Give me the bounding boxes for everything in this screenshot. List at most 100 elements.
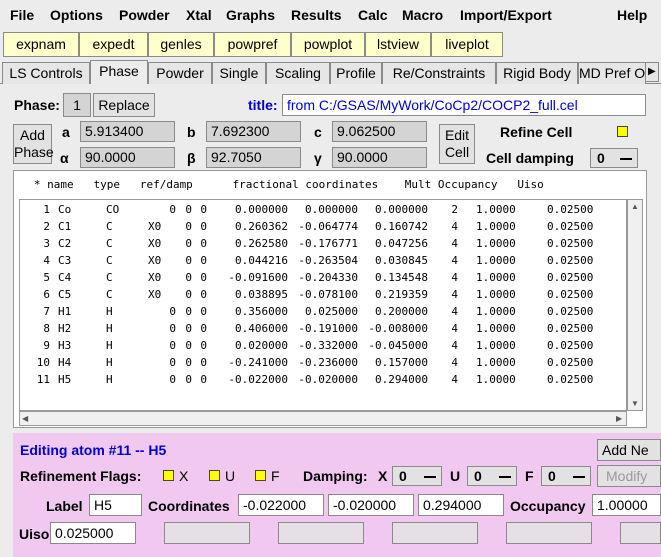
table-row[interactable]: 6 C5 C X0 0 0 0.038895 -0.078100 0.219359 4 1.0000… (20, 286, 626, 303)
edit-cell-button[interactable]: Edit Cell (439, 124, 475, 164)
atom-cell-d2: 0 (185, 203, 192, 216)
table-row[interactable]: 10 H4 H 0 0 0 -0.241000 -0.236000 0.157000 4 1.000… (20, 354, 626, 371)
flag-x-checkbox[interactable] (163, 470, 174, 481)
tab-ls-controls[interactable]: LS Controls (2, 62, 90, 84)
scroll-down-icon[interactable]: ▼ (631, 399, 639, 409)
tab-powder[interactable]: Powder (148, 62, 212, 84)
menu-xtal[interactable]: Xtal (186, 7, 212, 23)
occupancy-field[interactable]: 1.00000 (592, 494, 661, 516)
atom-cell-n: 3 (43, 237, 50, 250)
expedt-button[interactable]: expedt (79, 32, 148, 57)
table-row[interactable]: 8 H2 H 0 0 0 0.406000 -0.191000 -0.008000 4 1.0000… (20, 320, 626, 337)
genles-button[interactable]: genles (148, 32, 214, 57)
table-row[interactable]: 5 C4 C X0 0 0 -0.091600 -0.204330 0.134548 4 1.000… (20, 269, 626, 286)
menu-import-export[interactable]: Import/Export (460, 7, 552, 23)
cell-a-label: a (62, 124, 70, 140)
atom-cell-type: C (106, 237, 113, 250)
atom-cell-d2: 0 (185, 220, 192, 233)
table-row[interactable]: 3 C2 C X0 0 0 0.262580 -0.176771 0.047256 4 1.0000… (20, 235, 626, 252)
tab-single[interactable]: Single (212, 62, 266, 84)
atom-cell-d1: 0 (169, 339, 176, 352)
menu-powder[interactable]: Powder (119, 7, 170, 23)
atom-cell-name: C1 (58, 220, 72, 233)
horizontal-scrollbar[interactable]: ◀ ▶ (19, 411, 627, 426)
atom-cell-mult: 4 (451, 288, 458, 301)
atom-cell-n: 4 (43, 254, 50, 267)
cell-alpha-value: 90.0000 (80, 147, 175, 168)
powpref-button[interactable]: powpref (214, 32, 291, 57)
atom-cell-z: 0.134548 (375, 271, 428, 284)
menu-options[interactable]: Options (50, 7, 103, 23)
tab-scroll-right[interactable]: ▶ (645, 62, 659, 82)
refine-cell-checkbox[interactable] (617, 126, 628, 137)
damping-u-label: U (450, 468, 461, 484)
cell-gamma-label: γ (314, 150, 322, 166)
atom-cell-n: 1 (43, 203, 50, 216)
atom-cell-y: -0.064774 (298, 220, 358, 233)
atom-cell-name: H1 (58, 305, 72, 318)
tab-rigid-body[interactable]: Rigid Body (496, 62, 578, 84)
atom-cell-occ: 1.0000 (476, 356, 516, 369)
vertical-scrollbar[interactable]: ▲ ▼ (627, 199, 643, 411)
flag-f-label: F (271, 468, 280, 484)
lstview-button[interactable]: lstview (365, 32, 431, 57)
atom-cell-d2: 0 (185, 356, 192, 369)
scroll-right-icon[interactable]: ▶ (616, 414, 622, 424)
add-new-atom-button[interactable]: Add Ne (597, 439, 661, 461)
atom-cell-d3: 0 (200, 254, 207, 267)
scroll-up-icon[interactable]: ▲ (631, 202, 639, 212)
damping-f-value: 0 (548, 468, 556, 484)
menu-graphs[interactable]: Graphs (226, 7, 275, 23)
atom-list[interactable]: 1 Co CO 0 0 0 0.000000 0.000000 0.000000 2 1.0000 0… (19, 199, 627, 411)
coord-x-field[interactable]: -0.022000 (238, 494, 324, 516)
uiso-label: Uiso (19, 526, 50, 542)
replace-button[interactable]: Replace (93, 93, 155, 117)
tab-scaling[interactable]: Scaling (266, 62, 330, 84)
menu-calc[interactable]: Calc (358, 7, 388, 23)
atom-cell-x: 0.406000 (235, 322, 288, 335)
uiso-field[interactable]: 0.025000 (50, 522, 136, 544)
modify-button[interactable]: Modify (597, 465, 661, 487)
coord-z-field[interactable]: 0.294000 (418, 494, 504, 516)
table-row[interactable]: 2 C1 C X0 0 0 0.260362 -0.064774 0.160742 4 1.0000… (20, 218, 626, 235)
damping-f-menu[interactable]: 0 (541, 466, 591, 486)
add-phase-button[interactable]: Add Phase (13, 124, 54, 164)
table-row[interactable]: 7 H1 H 0 0 0 0.356000 0.025000 0.200000 4 1.0000 0.… (20, 303, 626, 320)
menu-file[interactable]: File (10, 7, 34, 23)
atom-cell-name: H5 (58, 373, 72, 386)
scroll-left-icon[interactable]: ◀ (22, 414, 28, 424)
atom-cell-n: 6 (43, 288, 50, 301)
flag-f-checkbox[interactable] (255, 470, 266, 481)
atom-cell-x: 0.260362 (235, 220, 288, 233)
damping-u-menu[interactable]: 0 (467, 466, 517, 486)
tab-profile[interactable]: Profile (330, 62, 382, 84)
menu-results[interactable]: Results (291, 7, 342, 23)
table-row[interactable]: 11 H5 H 0 0 0 -0.022000 -0.020000 0.294000 4 1.000… (20, 371, 626, 388)
tab-re-constraints[interactable]: Re/Constraints (382, 62, 496, 84)
atom-cell-d3: 0 (200, 271, 207, 284)
atom-cell-mult: 4 (451, 373, 458, 386)
edit-cell-label-1: Edit (444, 127, 470, 143)
cell-damping-menu[interactable]: 0 (590, 148, 638, 168)
title-field[interactable]: from C:/GSAS/MyWork/CoCp2/COCP2_full.cel (282, 94, 646, 116)
table-row[interactable]: 4 C3 C X0 0 0 0.044216 -0.263504 0.030845 4 1.0000… (20, 252, 626, 269)
atom-cell-n: 9 (43, 339, 50, 352)
table-row[interactable]: 9 H3 H 0 0 0 0.020000 -0.332000 -0.045000 4 1.0000… (20, 337, 626, 354)
cell-c-value: 9.062500 (332, 121, 427, 142)
label-field[interactable]: H5 (89, 494, 142, 516)
flag-u-checkbox[interactable] (209, 470, 220, 481)
coord-y-field[interactable]: -0.020000 (328, 494, 414, 516)
menu-macro[interactable]: Macro (402, 7, 443, 23)
expnam-button[interactable]: expnam (3, 32, 79, 57)
atom-cell-uiso: 0.02500 (547, 339, 594, 352)
table-row[interactable]: 1 Co CO 0 0 0 0.000000 0.000000 0.000000 2 1.0000 0… (20, 201, 626, 218)
tab-phase[interactable]: Phase (90, 60, 148, 84)
tab-md-pref-o[interactable]: MD Pref O (578, 62, 646, 84)
liveplot-button[interactable]: liveplot (431, 32, 503, 57)
atom-cell-d3: 0 (200, 373, 207, 386)
atom-cell-d3: 0 (200, 237, 207, 250)
damping-x-menu[interactable]: 0 (392, 466, 442, 486)
powplot-button[interactable]: powplot (291, 32, 365, 57)
cell-beta-value: 92.7050 (206, 147, 301, 168)
menu-help[interactable]: Help (617, 7, 647, 23)
